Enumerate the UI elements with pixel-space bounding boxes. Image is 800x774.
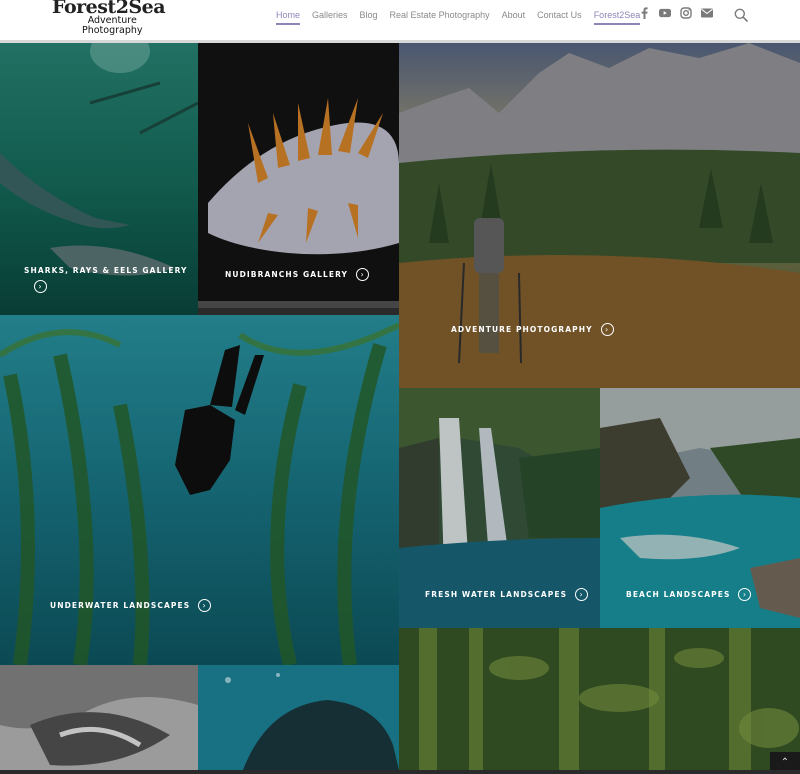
site-logo[interactable]: Forest2Sea Adventure Photography: [52, 0, 172, 40]
gallery-tile-adventure[interactable]: ADVENTURE PHOTOGRAPHY ›: [399, 43, 800, 388]
tile-overlay: [0, 315, 399, 665]
scroll-to-top-button[interactable]: ⌃: [770, 752, 800, 770]
chevron-right-icon[interactable]: ›: [738, 588, 752, 601]
youtube-icon[interactable]: [659, 7, 671, 19]
caption-label: BEACH LANDSCAPES: [626, 590, 731, 599]
gallery-tile-bw[interactable]: [0, 665, 198, 770]
caption-label: NUDIBRANCHS GALLERY: [225, 270, 349, 279]
logo-subtitle: Adventure Photography: [82, 16, 143, 36]
caption-freshwater: FRESH WATER LANDSCAPES ›: [425, 588, 589, 601]
tile-overlay: [198, 665, 399, 770]
social-links: [638, 7, 713, 19]
caption-label: FRESH WATER LANDSCAPES: [425, 590, 568, 599]
tile-overlay: [399, 628, 800, 770]
caption-underwater: UNDERWATER LANDSCAPES ›: [50, 599, 212, 612]
caption-label: ADVENTURE PHOTOGRAPHY: [451, 325, 593, 334]
chevron-right-icon[interactable]: ›: [600, 323, 614, 336]
tile-overlay: [0, 665, 198, 770]
search-icon[interactable]: [734, 8, 748, 22]
tile-overlay: [399, 43, 800, 388]
chevron-right-icon[interactable]: ›: [356, 268, 370, 281]
caption-nudibranchs: NUDIBRANCHS GALLERY ›: [225, 268, 370, 281]
nav-item-contact[interactable]: Contact Us: [531, 9, 588, 21]
site-header: Forest2Sea Adventure Photography Home Ga…: [0, 0, 800, 43]
caption-beach: BEACH LANDSCAPES ›: [626, 588, 752, 601]
instagram-icon[interactable]: [680, 7, 692, 19]
chevron-right-icon[interactable]: ›: [198, 599, 212, 612]
chevron-right-icon[interactable]: ›: [575, 588, 589, 601]
nav-item-home[interactable]: Home: [270, 9, 306, 25]
nav-item-blog[interactable]: Blog: [354, 9, 384, 21]
nav-item-about[interactable]: About: [496, 9, 532, 21]
caption-label: SHARKS, RAYS & EELS GALLERY: [24, 266, 188, 275]
caption-sharks: SHARKS, RAYS & EELS GALLERY ›: [24, 266, 188, 293]
gallery-tile-seal[interactable]: [198, 665, 399, 770]
gallery-tile-sharks[interactable]: SHARKS, RAYS & EELS GALLERY ›: [0, 43, 198, 315]
nav-item-galleries[interactable]: Galleries: [306, 9, 354, 21]
logo-sub-line-2: Photography: [82, 25, 143, 36]
gallery-tile-beach[interactable]: BEACH LANDSCAPES ›: [600, 388, 800, 628]
gallery-tile-forest[interactable]: [399, 628, 800, 770]
chevron-right-icon[interactable]: ›: [34, 280, 47, 293]
gallery-tile-freshwater[interactable]: FRESH WATER LANDSCAPES ›: [399, 388, 600, 628]
caption-adventure: ADVENTURE PHOTOGRAPHY ›: [451, 323, 614, 336]
chevron-up-icon: ⌃: [780, 757, 790, 768]
gallery-tile-nudibranchs[interactable]: NUDIBRANCHS GALLERY ›: [198, 43, 399, 308]
nav-item-real-estate[interactable]: Real Estate Photography: [384, 9, 496, 21]
email-icon[interactable]: [701, 7, 713, 19]
caption-label: UNDERWATER LANDSCAPES: [50, 601, 191, 610]
facebook-icon[interactable]: [638, 7, 650, 19]
gallery-tile-underwater[interactable]: UNDERWATER LANDSCAPES ›: [0, 315, 399, 665]
main-nav: Home Galleries Blog Real Estate Photogra…: [270, 9, 646, 25]
